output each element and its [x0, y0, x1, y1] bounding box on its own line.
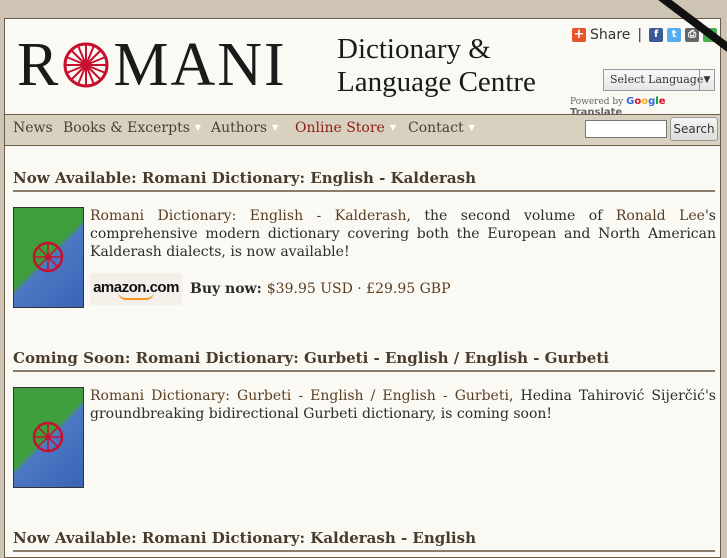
nav-contact[interactable]: Contact ▼	[408, 120, 475, 136]
nav-online-store[interactable]: Online Store ▼	[295, 120, 396, 136]
post-title[interactable]: Coming Soon: Romani Dictionary: Gurbeti …	[13, 349, 715, 372]
book-link[interactable]: Romani Dictionary: English - Kalderash	[90, 208, 407, 224]
amazon-logo-button[interactable]: amazon.com	[90, 273, 182, 305]
share-bar: + Share | f t ⎙ +	[572, 27, 721, 43]
page-frame: R MANI Dictionary & Language Centre + Sh…	[4, 18, 721, 558]
share-separator: |	[637, 27, 643, 43]
news-feed: Now Available: Romani Dictionary: Englis…	[13, 169, 716, 552]
price-text: $39.95 USD · £29.95 GBP	[266, 281, 451, 297]
search-button[interactable]: Search	[670, 117, 718, 141]
share-link[interactable]: Share	[590, 27, 630, 43]
post-body: Romani Dictionary: Gurbeti - English / E…	[90, 387, 716, 423]
nav-authors[interactable]: Authors ▼	[211, 120, 278, 136]
chakra-wheel-icon	[32, 241, 64, 273]
twitter-icon[interactable]: t	[667, 28, 682, 42]
dropdown-caret-icon: ▼	[389, 123, 396, 132]
book-link[interactable]: Romani Dictionary: Gurbeti - English / E…	[90, 388, 509, 404]
news-post: Coming Soon: Romani Dictionary: Gurbeti …	[13, 349, 716, 529]
buy-row: amazon.com Buy now: $39.95 USD · £29.95 …	[90, 273, 451, 305]
chakra-wheel-icon	[32, 421, 64, 453]
news-post: Now Available: Romani Dictionary: Englis…	[13, 169, 716, 349]
google-bookmark-icon[interactable]: +	[703, 28, 718, 42]
site-subtitle: Dictionary & Language Centre	[337, 33, 536, 99]
book-cover-image[interactable]	[13, 207, 84, 308]
nav-books-excerpts[interactable]: Books & Excerpts ▼	[63, 120, 201, 136]
chakra-wheel-icon	[63, 42, 109, 88]
site-logo[interactable]: R MANI	[17, 31, 287, 99]
logo-wordmark: MANI	[113, 31, 287, 99]
google-logo-icon[interactable]: Google	[626, 96, 665, 107]
amazon-smile-icon	[118, 292, 154, 300]
logo-letter-r: R	[17, 31, 60, 99]
powered-by-text: Powered by	[570, 97, 624, 107]
search-input[interactable]	[585, 120, 667, 138]
main-nav: News Books & Excerpts ▼ Authors ▼ Online S…	[5, 114, 720, 146]
dropdown-caret-icon: ▼	[272, 123, 279, 132]
post-body: Romani Dictionary: English - Kalderash, …	[90, 207, 716, 261]
site-header: R MANI Dictionary & Language Centre + Sh…	[5, 19, 721, 118]
language-select-value: Select Language	[610, 73, 704, 86]
post-title[interactable]: Now Available: Romani Dictionary: Kalder…	[13, 529, 715, 552]
chevron-down-icon: ▼	[699, 70, 714, 90]
book-cover-image[interactable]	[13, 387, 84, 488]
dropdown-caret-icon: ▼	[194, 123, 202, 132]
nav-news[interactable]: News	[13, 120, 53, 136]
post-title[interactable]: Now Available: Romani Dictionary: Englis…	[13, 169, 715, 192]
author-link[interactable]: Ronald Lee	[616, 208, 705, 224]
subtitle-line-2: Language Centre	[337, 66, 536, 98]
post-text: , the second volume of	[406, 208, 616, 224]
language-select[interactable]: Select Language ▼	[603, 69, 715, 91]
dropdown-caret-icon: ▼	[468, 123, 475, 132]
buy-now-label: Buy now:	[190, 281, 262, 297]
share-plus-icon[interactable]: +	[572, 28, 586, 42]
print-icon[interactable]: ⎙	[685, 28, 700, 42]
facebook-icon[interactable]: f	[649, 28, 664, 42]
subtitle-line-1: Dictionary &	[337, 33, 491, 65]
news-post: Now Available: Romani Dictionary: Kalder…	[13, 529, 715, 552]
